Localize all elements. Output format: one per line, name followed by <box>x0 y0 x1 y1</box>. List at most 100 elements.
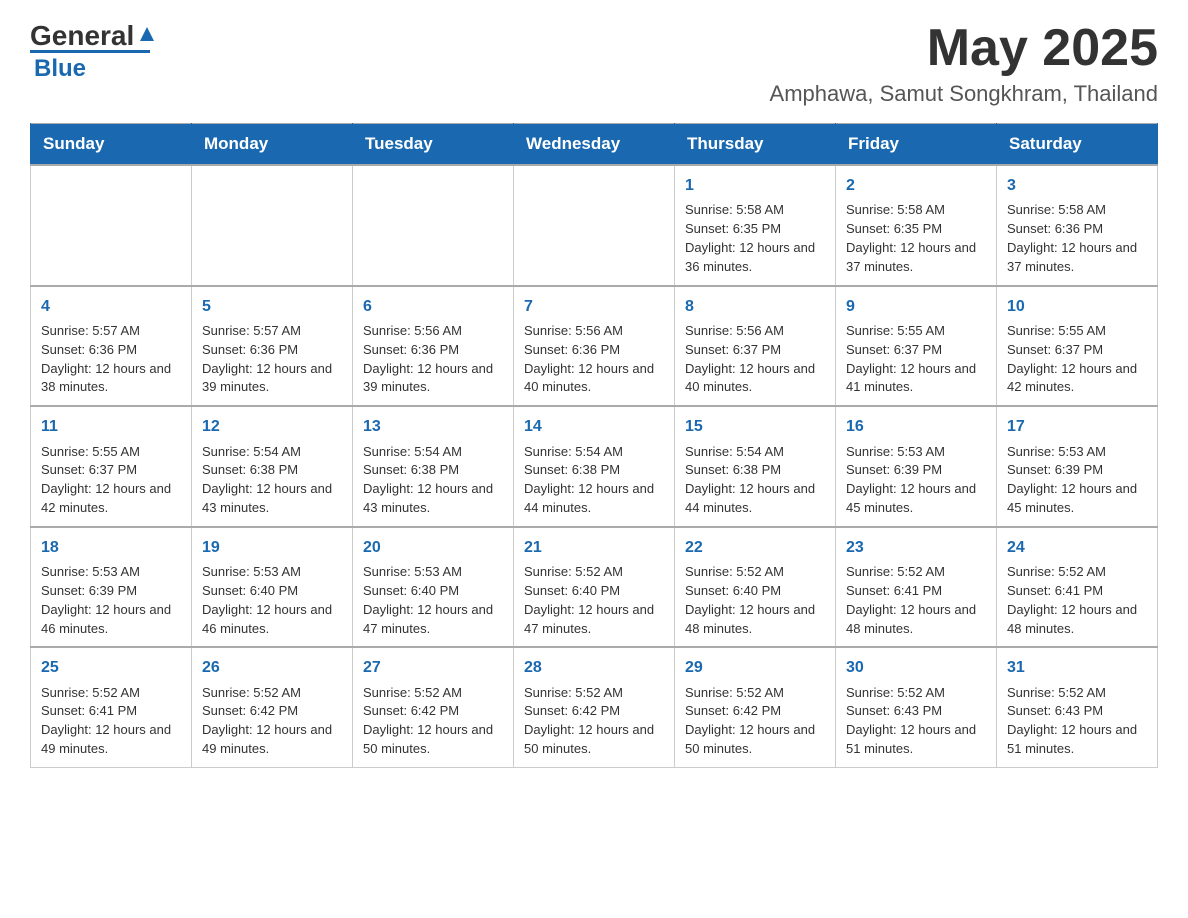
calendar-week-row-3: 11 Sunrise: 5:55 AMSunset: 6:37 PMDayligh… <box>31 406 1158 527</box>
calendar-cell <box>353 165 514 286</box>
day-number: 17 <box>1007 415 1147 438</box>
calendar-cell <box>192 165 353 286</box>
column-header-wednesday: Wednesday <box>514 124 675 166</box>
day-number: 10 <box>1007 295 1147 318</box>
day-number: 7 <box>524 295 664 318</box>
calendar-cell: 24 Sunrise: 5:52 AMSunset: 6:41 PMDayligh… <box>997 527 1158 648</box>
day-number: 14 <box>524 415 664 438</box>
calendar-cell: 7 Sunrise: 5:56 AMSunset: 6:36 PMDaylight… <box>514 286 675 407</box>
day-number: 25 <box>41 656 181 679</box>
day-info: Sunrise: 5:53 AMSunset: 6:40 PMDaylight:… <box>202 563 342 638</box>
day-number: 23 <box>846 536 986 559</box>
day-number: 2 <box>846 174 986 197</box>
calendar-cell: 23 Sunrise: 5:52 AMSunset: 6:41 PMDayligh… <box>836 527 997 648</box>
day-info: Sunrise: 5:56 AMSunset: 6:37 PMDaylight:… <box>685 322 825 397</box>
calendar-cell: 20Sunrise: 5:53 AMSunset: 6:40 PMDayligh… <box>353 527 514 648</box>
location-subtitle: Amphawa, Samut Songkhram, Thailand <box>770 81 1158 107</box>
day-number: 6 <box>363 295 503 318</box>
day-info: Sunrise: 5:52 AMSunset: 6:42 PMDaylight:… <box>685 684 825 759</box>
logo-general-text: General <box>30 20 134 52</box>
calendar-cell: 19 Sunrise: 5:53 AMSunset: 6:40 PMDayligh… <box>192 527 353 648</box>
day-number: 22 <box>685 536 825 559</box>
calendar-table: SundayMondayTuesdayWednesdayThursdayFrid… <box>30 123 1158 768</box>
day-info: Sunrise: 5:53 AMSunset: 6:39 PMDaylight:… <box>41 563 181 638</box>
day-number: 18 <box>41 536 181 559</box>
day-info: Sunrise: 5:53 AMSunset: 6:39 PMDaylight:… <box>1007 443 1147 518</box>
day-number: 12 <box>202 415 342 438</box>
column-header-saturday: Saturday <box>997 124 1158 166</box>
day-info: Sunrise: 5:52 AMSunset: 6:41 PMDaylight:… <box>846 563 986 638</box>
day-number: 19 <box>202 536 342 559</box>
day-info: Sunrise: 5:54 AMSunset: 6:38 PMDaylight:… <box>685 443 825 518</box>
day-info: Sunrise: 5:52 AMSunset: 6:41 PMDaylight:… <box>1007 563 1147 638</box>
day-info: Sunrise: 5:52 AMSunset: 6:43 PMDaylight:… <box>846 684 986 759</box>
day-number: 9 <box>846 295 986 318</box>
calendar-cell: 26 Sunrise: 5:52 AMSunset: 6:42 PMDayligh… <box>192 647 353 767</box>
calendar-cell: 5 Sunrise: 5:57 AMSunset: 6:36 PMDaylight… <box>192 286 353 407</box>
title-area: May 2025 Amphawa, Samut Songkhram, Thail… <box>770 20 1158 107</box>
calendar-header-row: SundayMondayTuesdayWednesdayThursdayFrid… <box>31 124 1158 166</box>
calendar-cell: 18 Sunrise: 5:53 AMSunset: 6:39 PMDayligh… <box>31 527 192 648</box>
day-info: Sunrise: 5:58 AMSunset: 6:36 PMDaylight:… <box>1007 201 1147 276</box>
day-info: Sunrise: 5:52 AMSunset: 6:40 PMDaylight:… <box>524 563 664 638</box>
day-number: 8 <box>685 295 825 318</box>
day-number: 4 <box>41 295 181 318</box>
day-number: 21 <box>524 536 664 559</box>
day-info: Sunrise: 5:57 AMSunset: 6:36 PMDaylight:… <box>41 322 181 397</box>
day-number: 1 <box>685 174 825 197</box>
day-info: Sunrise: 5:55 AMSunset: 6:37 PMDaylight:… <box>41 443 181 518</box>
column-header-monday: Monday <box>192 124 353 166</box>
calendar-cell: 29Sunrise: 5:52 AMSunset: 6:42 PMDayligh… <box>675 647 836 767</box>
calendar-week-row-4: 18 Sunrise: 5:53 AMSunset: 6:39 PMDayligh… <box>31 527 1158 648</box>
calendar-cell: 1Sunrise: 5:58 AMSunset: 6:35 PMDaylight… <box>675 165 836 286</box>
calendar-cell: 3 Sunrise: 5:58 AMSunset: 6:36 PMDaylight… <box>997 165 1158 286</box>
logo-triangle-icon <box>136 23 158 45</box>
calendar-cell: 4 Sunrise: 5:57 AMSunset: 6:36 PMDaylight… <box>31 286 192 407</box>
calendar-cell: 28 Sunrise: 5:52 AMSunset: 6:42 PMDayligh… <box>514 647 675 767</box>
day-info: Sunrise: 5:57 AMSunset: 6:36 PMDaylight:… <box>202 322 342 397</box>
day-number: 24 <box>1007 536 1147 559</box>
calendar-cell: 22Sunrise: 5:52 AMSunset: 6:40 PMDayligh… <box>675 527 836 648</box>
day-info: Sunrise: 5:58 AMSunset: 6:35 PMDaylight:… <box>846 201 986 276</box>
day-info: Sunrise: 5:54 AMSunset: 6:38 PMDaylight:… <box>363 443 503 518</box>
calendar-cell: 17 Sunrise: 5:53 AMSunset: 6:39 PMDayligh… <box>997 406 1158 527</box>
calendar-cell: 27 Sunrise: 5:52 AMSunset: 6:42 PMDayligh… <box>353 647 514 767</box>
day-number: 20 <box>363 536 503 559</box>
day-info: Sunrise: 5:56 AMSunset: 6:36 PMDaylight:… <box>524 322 664 397</box>
day-number: 13 <box>363 415 503 438</box>
calendar-cell: 11 Sunrise: 5:55 AMSunset: 6:37 PMDayligh… <box>31 406 192 527</box>
day-info: Sunrise: 5:52 AMSunset: 6:42 PMDaylight:… <box>524 684 664 759</box>
calendar-cell: 14Sunrise: 5:54 AMSunset: 6:38 PMDayligh… <box>514 406 675 527</box>
calendar-cell: 13 Sunrise: 5:54 AMSunset: 6:38 PMDayligh… <box>353 406 514 527</box>
page-header: General Blue May 2025 Amphawa, Samut Son… <box>30 20 1158 107</box>
calendar-week-row-2: 4 Sunrise: 5:57 AMSunset: 6:36 PMDaylight… <box>31 286 1158 407</box>
calendar-cell: 30Sunrise: 5:52 AMSunset: 6:43 PMDayligh… <box>836 647 997 767</box>
calendar-cell: 9 Sunrise: 5:55 AMSunset: 6:37 PMDaylight… <box>836 286 997 407</box>
day-number: 11 <box>41 415 181 438</box>
calendar-week-row-5: 25 Sunrise: 5:52 AMSunset: 6:41 PMDayligh… <box>31 647 1158 767</box>
day-number: 5 <box>202 295 342 318</box>
day-info: Sunrise: 5:55 AMSunset: 6:37 PMDaylight:… <box>846 322 986 397</box>
day-number: 26 <box>202 656 342 679</box>
day-info: Sunrise: 5:52 AMSunset: 6:41 PMDaylight:… <box>41 684 181 759</box>
calendar-cell: 8 Sunrise: 5:56 AMSunset: 6:37 PMDaylight… <box>675 286 836 407</box>
calendar-cell: 25 Sunrise: 5:52 AMSunset: 6:41 PMDayligh… <box>31 647 192 767</box>
calendar-cell: 6Sunrise: 5:56 AMSunset: 6:36 PMDaylight… <box>353 286 514 407</box>
day-info: Sunrise: 5:54 AMSunset: 6:38 PMDaylight:… <box>202 443 342 518</box>
day-number: 16 <box>846 415 986 438</box>
day-number: 28 <box>524 656 664 679</box>
day-number: 3 <box>1007 174 1147 197</box>
column-header-tuesday: Tuesday <box>353 124 514 166</box>
day-info: Sunrise: 5:52 AMSunset: 6:42 PMDaylight:… <box>202 684 342 759</box>
calendar-cell: 10 Sunrise: 5:55 AMSunset: 6:37 PMDayligh… <box>997 286 1158 407</box>
day-number: 15 <box>685 415 825 438</box>
day-number: 31 <box>1007 656 1147 679</box>
day-number: 27 <box>363 656 503 679</box>
column-header-thursday: Thursday <box>675 124 836 166</box>
column-header-friday: Friday <box>836 124 997 166</box>
day-info: Sunrise: 5:52 AMSunset: 6:43 PMDaylight:… <box>1007 684 1147 759</box>
calendar-cell: 21 Sunrise: 5:52 AMSunset: 6:40 PMDayligh… <box>514 527 675 648</box>
day-info: Sunrise: 5:55 AMSunset: 6:37 PMDaylight:… <box>1007 322 1147 397</box>
calendar-cell: 31 Sunrise: 5:52 AMSunset: 6:43 PMDayligh… <box>997 647 1158 767</box>
day-info: Sunrise: 5:52 AMSunset: 6:42 PMDaylight:… <box>363 684 503 759</box>
